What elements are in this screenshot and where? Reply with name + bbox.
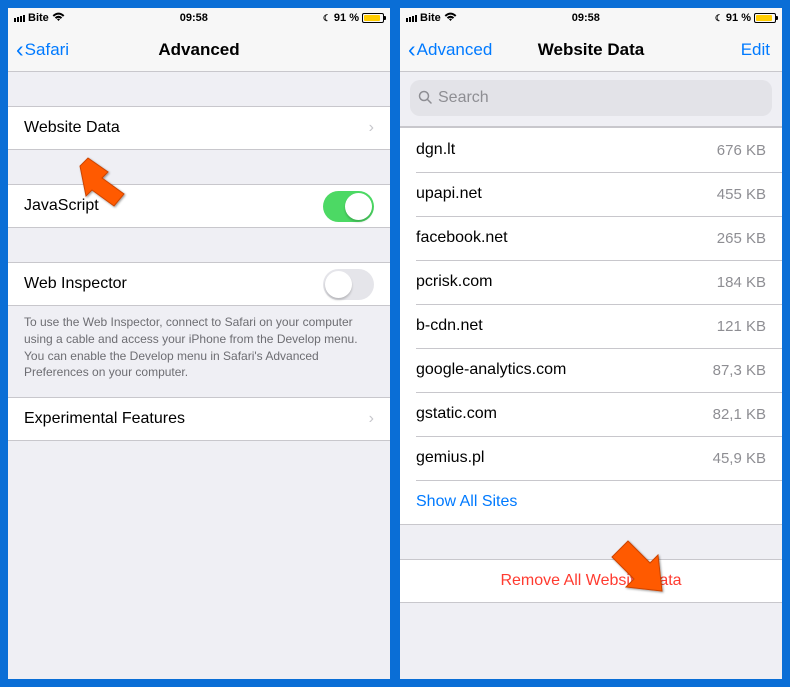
battery-icon bbox=[754, 13, 776, 23]
battery-icon bbox=[362, 13, 384, 23]
chevron-right-icon: › bbox=[369, 410, 374, 428]
site-size: 121 KB bbox=[717, 318, 766, 335]
experimental-features-row[interactable]: Experimental Features › bbox=[8, 397, 390, 441]
site-size: 265 KB bbox=[717, 230, 766, 247]
site-size: 45,9 KB bbox=[713, 450, 766, 467]
site-size: 87,3 KB bbox=[713, 362, 766, 379]
show-all-sites-button[interactable]: Show All Sites bbox=[400, 480, 782, 524]
search-placeholder: Search bbox=[438, 89, 489, 107]
wifi-icon bbox=[444, 12, 457, 25]
remove-all-button[interactable]: Remove All Website Data bbox=[400, 559, 782, 603]
site-domain: google-analytics.com bbox=[416, 361, 566, 379]
site-domain: facebook.net bbox=[416, 229, 508, 247]
site-domain: gstatic.com bbox=[416, 405, 497, 423]
phone-right: Bite 09:58 ☾ 91 % ‹ Advanced Website Dat… bbox=[400, 8, 782, 679]
site-domain: gemius.pl bbox=[416, 449, 484, 467]
battery-percent: 91 % bbox=[334, 12, 359, 24]
list-item[interactable]: pcrisk.com 184 KB bbox=[400, 260, 782, 304]
javascript-row[interactable]: JavaScript bbox=[8, 184, 390, 228]
page-title: Website Data bbox=[538, 40, 644, 60]
search-container: Search bbox=[400, 72, 782, 127]
search-input[interactable]: Search bbox=[410, 80, 772, 116]
carrier-label: Bite bbox=[420, 12, 441, 24]
signal-icon bbox=[406, 15, 417, 22]
battery-percent: 91 % bbox=[726, 12, 751, 24]
chevron-left-icon: ‹ bbox=[16, 38, 24, 61]
nav-bar: ‹ Safari Advanced bbox=[8, 28, 390, 72]
row-label: Website Data bbox=[24, 119, 120, 137]
page-title: Advanced bbox=[158, 40, 239, 60]
site-size: 82,1 KB bbox=[713, 406, 766, 423]
dnd-icon: ☾ bbox=[715, 13, 723, 24]
row-label: JavaScript bbox=[24, 197, 99, 215]
remove-all-label: Remove All Website Data bbox=[500, 572, 681, 590]
list-item[interactable]: b-cdn.net 121 KB bbox=[400, 304, 782, 348]
site-size: 455 KB bbox=[717, 186, 766, 203]
site-size: 676 KB bbox=[717, 142, 766, 159]
edit-button[interactable]: Edit bbox=[741, 40, 770, 60]
show-all-label: Show All Sites bbox=[416, 493, 517, 511]
carrier-label: Bite bbox=[28, 12, 49, 24]
list-item[interactable]: google-analytics.com 87,3 KB bbox=[400, 348, 782, 392]
phone-left: Bite 09:58 ☾ 91 % ‹ Safari Advanced Webs… bbox=[8, 8, 390, 679]
status-bar: Bite 09:58 ☾ 91 % bbox=[400, 8, 782, 28]
status-time: 09:58 bbox=[180, 12, 208, 24]
status-bar: Bite 09:58 ☾ 91 % bbox=[8, 8, 390, 28]
list-item[interactable]: gstatic.com 82,1 KB bbox=[400, 392, 782, 436]
row-label: Web Inspector bbox=[24, 275, 127, 293]
back-button[interactable]: ‹ Advanced bbox=[408, 38, 492, 61]
site-domain: b-cdn.net bbox=[416, 317, 483, 335]
back-label: Advanced bbox=[417, 40, 493, 60]
status-time: 09:58 bbox=[572, 12, 600, 24]
list-item[interactable]: dgn.lt 676 KB bbox=[400, 128, 782, 172]
site-list: dgn.lt 676 KB upapi.net 455 KB facebook.… bbox=[400, 127, 782, 525]
chevron-right-icon: › bbox=[369, 119, 374, 137]
list-item[interactable]: facebook.net 265 KB bbox=[400, 216, 782, 260]
site-domain: pcrisk.com bbox=[416, 273, 492, 291]
back-label: Safari bbox=[25, 40, 69, 60]
web-inspector-row[interactable]: Web Inspector bbox=[8, 262, 390, 306]
list-item[interactable]: upapi.net 455 KB bbox=[400, 172, 782, 216]
web-inspector-toggle[interactable] bbox=[323, 269, 374, 300]
site-domain: upapi.net bbox=[416, 185, 482, 203]
javascript-toggle[interactable] bbox=[323, 191, 374, 222]
web-inspector-footer: To use the Web Inspector, connect to Saf… bbox=[8, 306, 390, 397]
site-size: 184 KB bbox=[717, 274, 766, 291]
back-button[interactable]: ‹ Safari bbox=[16, 38, 69, 61]
wifi-icon bbox=[52, 12, 65, 25]
row-label: Experimental Features bbox=[24, 410, 185, 428]
signal-icon bbox=[14, 15, 25, 22]
site-domain: dgn.lt bbox=[416, 141, 455, 159]
list-item[interactable]: gemius.pl 45,9 KB bbox=[400, 436, 782, 480]
dnd-icon: ☾ bbox=[323, 13, 331, 24]
chevron-left-icon: ‹ bbox=[408, 38, 416, 61]
search-icon bbox=[418, 90, 432, 107]
website-data-row[interactable]: Website Data › bbox=[8, 106, 390, 150]
nav-bar: ‹ Advanced Website Data Edit bbox=[400, 28, 782, 72]
